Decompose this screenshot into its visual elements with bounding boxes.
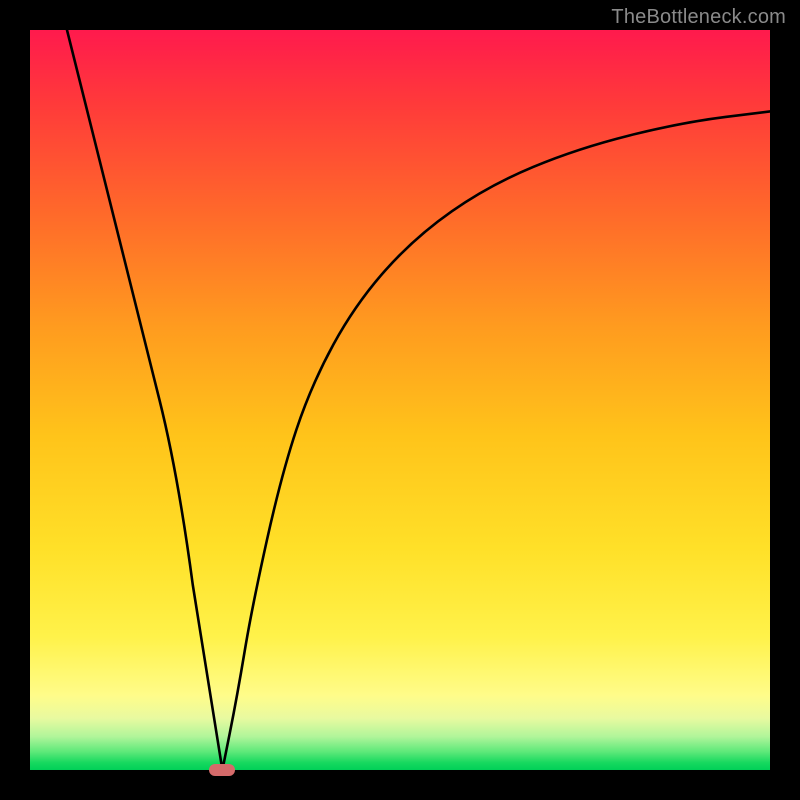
curve-path <box>67 30 770 770</box>
watermark-text: TheBottleneck.com <box>611 6 786 29</box>
chart-frame: TheBottleneck.com <box>0 0 800 800</box>
min-marker <box>209 764 235 776</box>
plot-area <box>30 30 770 770</box>
curve-svg <box>30 30 770 770</box>
